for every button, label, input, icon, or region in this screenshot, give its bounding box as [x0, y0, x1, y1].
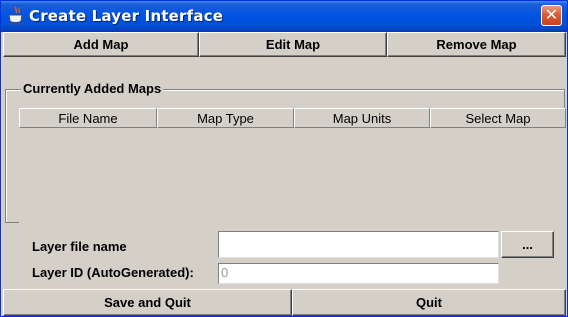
save-and-quit-button[interactable]: Save and Quit: [3, 289, 292, 316]
title-bar[interactable]: Create Layer Interface ✕: [1, 1, 567, 32]
layer-file-name-input[interactable]: [221, 234, 496, 255]
edit-map-button[interactable]: Edit Map: [199, 32, 387, 57]
column-header-map-type[interactable]: Map Type: [157, 108, 294, 128]
layer-id-value: 0: [221, 265, 229, 280]
add-map-button[interactable]: Add Map: [3, 32, 199, 57]
layer-file-name-label: Layer file name: [32, 239, 127, 254]
layer-id-label: Layer ID (AutoGenerated):: [32, 265, 194, 280]
maps-table-body[interactable]: [19, 128, 566, 224]
window-title: Create Layer Interface: [29, 7, 224, 25]
maps-group-title: Currently Added Maps: [21, 81, 164, 96]
layer-id-field[interactable]: 0: [218, 263, 499, 284]
column-header-map-units[interactable]: Map Units: [294, 108, 430, 128]
layer-file-name-field[interactable]: [218, 231, 499, 258]
java-cup-icon: [8, 6, 25, 25]
browse-button[interactable]: ...: [501, 231, 554, 258]
close-button[interactable]: ✕: [541, 5, 562, 26]
remove-map-button[interactable]: Remove Map: [387, 32, 566, 57]
quit-button[interactable]: Quit: [292, 289, 566, 316]
column-header-file-name[interactable]: File Name: [19, 108, 157, 128]
dialog-window: Create Layer Interface ✕ Add Map Edit Ma…: [0, 0, 568, 317]
column-header-select-map[interactable]: Select Map: [430, 108, 566, 128]
close-icon: ✕: [544, 5, 559, 24]
